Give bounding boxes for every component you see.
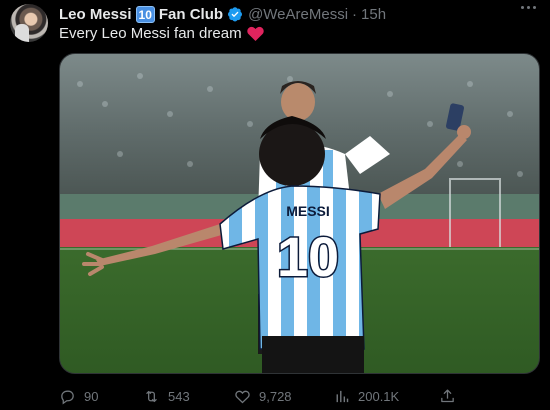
views-count: 200.1K	[358, 388, 400, 404]
tweet[interactable]: Leo Messi 10 Fan Club @WeAreMessi · 15h …	[0, 0, 550, 410]
separator-dot: ·	[352, 5, 358, 23]
share-icon	[441, 388, 454, 402]
tweet-header: Leo Messi 10 Fan Club @WeAreMessi · 15h	[59, 4, 386, 24]
share-button[interactable]	[439, 385, 464, 407]
jersey-name: MESSI	[286, 203, 330, 219]
like-icon	[235, 390, 250, 403]
tweet-text-content: Every Leo Messi fan dream	[59, 25, 242, 42]
author-name-suffix[interactable]: Fan Club	[159, 6, 223, 23]
number-ten-emoji: 10	[135, 5, 155, 23]
retweet-count: 543	[168, 388, 190, 404]
reply-count: 90	[84, 388, 99, 404]
author-handle[interactable]: @WeAreMessi	[248, 6, 348, 23]
views-icon	[336, 390, 349, 402]
avatar[interactable]	[10, 4, 48, 42]
stadium-photo: MESSI 10	[60, 54, 539, 373]
views-button[interactable]: 200.1K	[333, 385, 399, 407]
tweet-actions: 90 543 9,728 200.1K	[59, 385, 540, 407]
reply-icon	[61, 390, 74, 404]
verified-badge-icon	[228, 7, 243, 22]
retweet-icon	[146, 390, 157, 402]
reply-button[interactable]: 90	[59, 385, 98, 407]
more-icon[interactable]	[521, 6, 536, 9]
timestamp[interactable]: 15h	[361, 6, 386, 23]
red-heart-icon	[246, 26, 264, 41]
author-name[interactable]: Leo Messi	[59, 6, 132, 23]
tweet-media-photo[interactable]: MESSI 10	[59, 53, 540, 374]
tweet-text: Every Leo Messi fan dream	[59, 25, 264, 42]
retweet-button[interactable]: 543	[143, 385, 190, 407]
like-count: 9,728	[259, 388, 292, 404]
like-button[interactable]: 9,728	[234, 385, 292, 407]
jersey-number: 10	[277, 225, 339, 288]
